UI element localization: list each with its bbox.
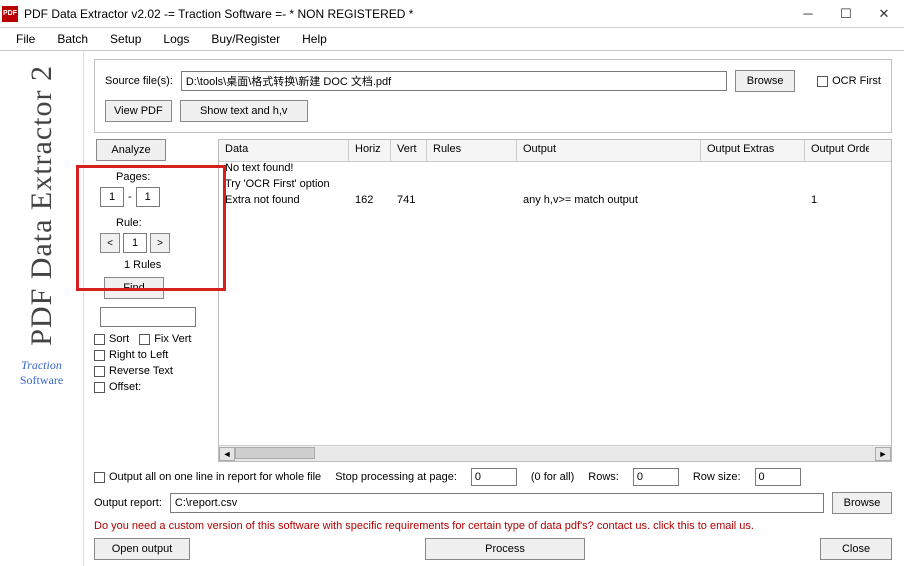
view-pdf-button[interactable]: View PDF	[105, 100, 172, 122]
brand-sidebar: PDF Data Extractor 2 Traction Software	[0, 51, 84, 566]
table-row[interactable]: Try 'OCR First' option	[219, 178, 891, 194]
table-body[interactable]: No text found!Try 'OCR First' optionExtr…	[219, 162, 891, 445]
menu-setup[interactable]: Setup	[100, 30, 151, 48]
rule-label: Rule:	[116, 217, 210, 229]
th-data[interactable]: Data	[219, 140, 349, 161]
scroll-left-icon[interactable]: ◄	[219, 447, 235, 461]
close-button[interactable]: ✕	[866, 2, 902, 26]
minimize-button[interactable]: ─	[790, 2, 826, 26]
menu-file[interactable]: File	[6, 30, 45, 48]
th-horiz[interactable]: Horiz	[349, 140, 391, 161]
rows-input[interactable]	[633, 468, 679, 486]
rule-next-button[interactable]: >	[150, 233, 170, 253]
table-row[interactable]: No text found!	[219, 162, 891, 178]
pages-label: Pages:	[116, 171, 210, 183]
find-button[interactable]: Find	[104, 277, 164, 299]
stop-page-input[interactable]	[471, 468, 517, 486]
show-text-button[interactable]: Show text and h,v	[180, 100, 308, 122]
source-path-input[interactable]	[181, 71, 727, 91]
promo-link[interactable]: Do you need a custom version of this sof…	[94, 520, 892, 532]
rtl-checkbox[interactable]	[94, 350, 105, 361]
th-vert[interactable]: Vert	[391, 140, 427, 161]
data-table: Data Horiz Vert Rules Output Output Extr…	[218, 139, 892, 462]
output-all-checkbox[interactable]	[94, 472, 105, 483]
ocr-first-checkbox[interactable]	[817, 76, 828, 87]
rowsize-input[interactable]	[755, 468, 801, 486]
menu-help[interactable]: Help	[292, 30, 337, 48]
browse-output-button[interactable]: Browse	[832, 492, 892, 514]
scroll-right-icon[interactable]: ►	[875, 447, 891, 461]
menu-batch[interactable]: Batch	[47, 30, 98, 48]
menubar: File Batch Setup Logs Buy/Register Help	[0, 28, 904, 50]
company-name: Traction Software	[20, 358, 63, 388]
rule-prev-button[interactable]: <	[100, 233, 120, 253]
th-order[interactable]: Output Order	[805, 140, 869, 161]
output-report-input[interactable]	[170, 493, 824, 513]
close-app-button[interactable]: Close	[820, 538, 892, 560]
window-title: PDF Data Extractor v2.02 -= Traction Sof…	[24, 7, 790, 21]
rows-label: Rows:	[588, 471, 619, 483]
page-from-input[interactable]	[100, 187, 124, 207]
scroll-thumb[interactable]	[235, 447, 315, 459]
th-rules[interactable]: Rules	[427, 140, 517, 161]
brand-logo-text: PDF Data Extractor 2	[27, 65, 57, 346]
stop-label: Stop processing at page:	[335, 471, 457, 483]
rules-count: 1 Rules	[124, 259, 210, 271]
sort-checkbox[interactable]	[94, 334, 105, 345]
horizontal-scrollbar[interactable]: ◄ ►	[219, 445, 891, 461]
left-controls: Analyze Pages: - Rule: < > 1 Rules Find	[94, 139, 210, 462]
source-label: Source file(s):	[105, 75, 173, 87]
rowsize-label: Row size:	[693, 471, 741, 483]
source-panel: Source file(s): Browse OCR First View PD…	[94, 59, 892, 133]
maximize-button[interactable]: ☐	[828, 2, 864, 26]
output-report-label: Output report:	[94, 497, 162, 509]
th-output[interactable]: Output	[517, 140, 701, 161]
table-header: Data Horiz Vert Rules Output Output Extr…	[219, 140, 891, 162]
th-extras[interactable]: Output Extras	[701, 140, 805, 161]
titlebar: PDF PDF Data Extractor v2.02 -= Traction…	[0, 0, 904, 28]
ocr-first-label: OCR First	[832, 75, 881, 87]
fixvert-checkbox[interactable]	[139, 334, 150, 345]
page-to-input[interactable]	[136, 187, 160, 207]
rule-number-input[interactable]	[123, 233, 147, 253]
find-input[interactable]	[100, 307, 196, 327]
reverse-checkbox[interactable]	[94, 366, 105, 377]
analyze-button[interactable]: Analyze	[96, 139, 166, 161]
menu-logs[interactable]: Logs	[153, 30, 199, 48]
menu-buy[interactable]: Buy/Register	[201, 30, 290, 48]
process-button[interactable]: Process	[425, 538, 585, 560]
offset-checkbox[interactable]	[94, 382, 105, 393]
table-row[interactable]: Extra not found162741any h,v>= match out…	[219, 194, 891, 210]
app-icon: PDF	[2, 6, 18, 22]
open-output-button[interactable]: Open output	[94, 538, 190, 560]
browse-source-button[interactable]: Browse	[735, 70, 795, 92]
